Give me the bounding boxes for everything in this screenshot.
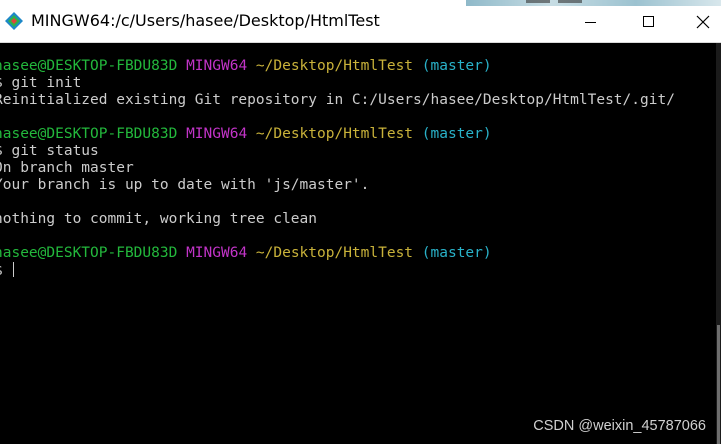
command-line: $ git status: [0, 143, 99, 159]
command-line: $ git init: [0, 75, 82, 91]
prompt-branch: (master): [421, 126, 492, 142]
terminal-area[interactable]: hasee@DESKTOP-FBDU83D MINGW64 ~/Desktop/…: [0, 43, 716, 444]
output-line: nothing to commit, working tree clean: [0, 211, 318, 227]
prompt-branch: (master): [421, 245, 492, 261]
close-button[interactable]: [684, 0, 721, 43]
prompt-user-host: hasee@DESKTOP-FBDU83D: [0, 126, 178, 142]
prompt-user-host: hasee@DESKTOP-FBDU83D: [0, 245, 178, 261]
title-bar[interactable]: MINGW64:/c/Users/hasee/Desktop/HtmlTest: [0, 0, 721, 43]
prompt-line: hasee@DESKTOP-FBDU83D MINGW64 ~/Desktop/…: [0, 245, 492, 262]
output-line: Reinitialized existing Git repository in…: [0, 92, 675, 108]
maximize-button[interactable]: [626, 0, 672, 43]
watermark: CSDN @weixin_45787066: [533, 418, 706, 434]
text-cursor: [13, 262, 15, 277]
maximize-icon: [643, 15, 654, 27]
prompt-path: ~/Desktop/HtmlTest: [255, 126, 414, 142]
prompt-path: ~/Desktop/HtmlTest: [255, 245, 414, 261]
minimize-button[interactable]: [568, 0, 614, 43]
input-prompt: $: [0, 263, 11, 279]
scrollbar-thumb[interactable]: [717, 325, 720, 444]
prompt-line: hasee@DESKTOP-FBDU83D MINGW64 ~/Desktop/…: [0, 58, 492, 75]
prompt-system: MINGW64: [186, 245, 248, 261]
prompt-line: hasee@DESKTOP-FBDU83D MINGW64 ~/Desktop/…: [0, 126, 492, 143]
output-line: Your branch is up to date with 'js/maste…: [0, 177, 370, 193]
prompt-user-host: hasee@DESKTOP-FBDU83D: [0, 58, 178, 74]
vertical-scrollbar[interactable]: [716, 43, 721, 444]
git-bash-icon: [5, 12, 23, 30]
output-line: On branch master: [0, 160, 134, 176]
prompt-system: MINGW64: [186, 126, 248, 142]
command-input-line[interactable]: $: [0, 262, 15, 279]
window-title: MINGW64:/c/Users/hasee/Desktop/HtmlTest: [31, 11, 380, 30]
prompt-system: MINGW64: [186, 58, 248, 74]
prompt-branch: (master): [421, 58, 492, 74]
prompt-path: ~/Desktop/HtmlTest: [255, 58, 414, 74]
minimize-icon: [585, 21, 596, 23]
close-icon: [696, 15, 709, 28]
